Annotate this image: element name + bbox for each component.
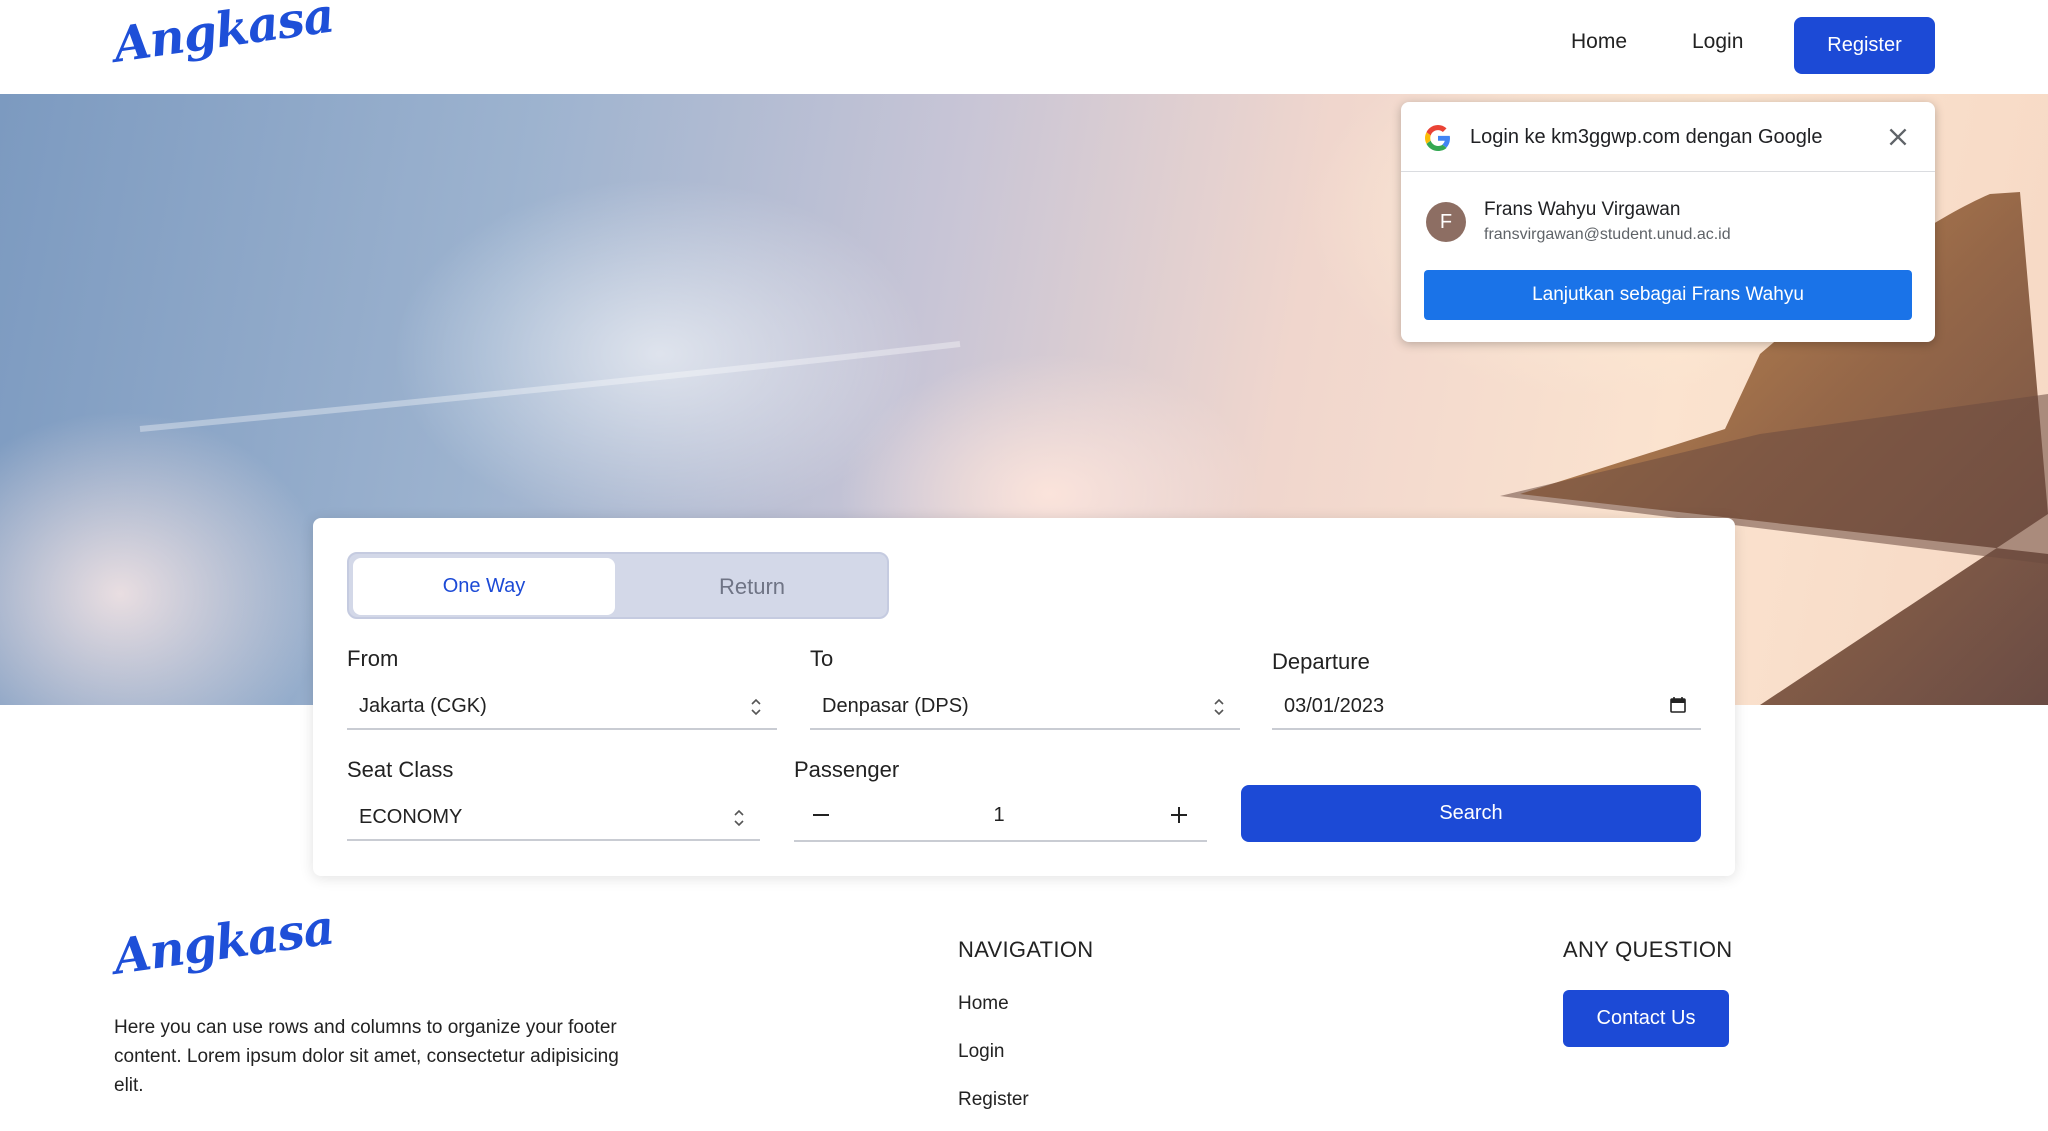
tab-one-way[interactable]: One Way (353, 558, 615, 615)
footer-home-link[interactable]: Home (958, 993, 1009, 1015)
footer-description: Here you can use rows and columns to org… (114, 1017, 619, 1096)
footer-question-heading: ANY QUESTION (1563, 937, 1733, 962)
account-email: fransvirgawan@student.unud.ac.id (1484, 226, 1731, 243)
seat-class-select[interactable]: ECONOMY (347, 795, 760, 841)
popup-title: Login ke km3ggwp.com dengan Google (1470, 126, 1823, 148)
calendar-icon[interactable] (1669, 696, 1687, 714)
seat-class-label: Seat Class (347, 757, 454, 782)
minus-icon[interactable] (806, 800, 836, 830)
nav-login-link[interactable]: Login (1692, 30, 1743, 54)
nav-home-link[interactable]: Home (1571, 30, 1627, 54)
continue-as-button[interactable]: Lanjutkan sebagai Frans Wahyu (1424, 270, 1912, 320)
to-label: To (810, 646, 834, 671)
search-button[interactable]: Search (1241, 785, 1701, 842)
from-value: Jakarta (CGK) (359, 695, 487, 717)
account-avatar: F (1426, 202, 1466, 242)
contact-us-button[interactable]: Contact Us (1563, 990, 1729, 1047)
departure-date-input[interactable]: 03/01/2023 (1272, 684, 1701, 730)
navbar: Angkasa Home Login Register (0, 0, 2048, 94)
chevron-updown-icon (1214, 698, 1224, 716)
google-g-icon (1425, 125, 1450, 151)
from-label: From (347, 646, 399, 671)
chevron-updown-icon (751, 698, 761, 716)
to-value: Denpasar (DPS) (822, 695, 969, 717)
account-name: Frans Wahyu Virgawan (1484, 199, 1681, 220)
footer-navigation-heading: NAVIGATION (958, 937, 1094, 962)
seat-class-value: ECONOMY (359, 806, 463, 828)
google-login-popup: Login ke km3ggwp.com dengan Google F Fra… (1401, 102, 1935, 342)
flight-search-card: One Way Return From Jakarta (CGK) To Den… (313, 518, 1735, 876)
register-button[interactable]: Register (1794, 17, 1935, 74)
departure-label: Departure (1272, 649, 1370, 674)
footer-logo: Angkasa (110, 899, 337, 986)
passenger-stepper: 1 (794, 792, 1207, 842)
footer-register-link[interactable]: Register (958, 1089, 1029, 1111)
plus-icon[interactable] (1164, 800, 1194, 830)
departure-value: 03/01/2023 (1284, 695, 1385, 717)
brand-logo[interactable]: Angkasa (110, 0, 337, 74)
popup-header: Login ke km3ggwp.com dengan Google (1401, 102, 1935, 172)
footer-login-link[interactable]: Login (958, 1041, 1005, 1063)
to-select[interactable]: Denpasar (DPS) (810, 684, 1240, 730)
trip-type-toggle: One Way Return (347, 552, 889, 619)
tab-return[interactable]: Return (619, 558, 885, 615)
from-select[interactable]: Jakarta (CGK) (347, 684, 777, 730)
passenger-label: Passenger (794, 757, 900, 782)
close-icon[interactable] (1885, 124, 1911, 150)
passenger-count[interactable]: 1 (984, 804, 1014, 827)
chevron-updown-icon (734, 809, 744, 827)
